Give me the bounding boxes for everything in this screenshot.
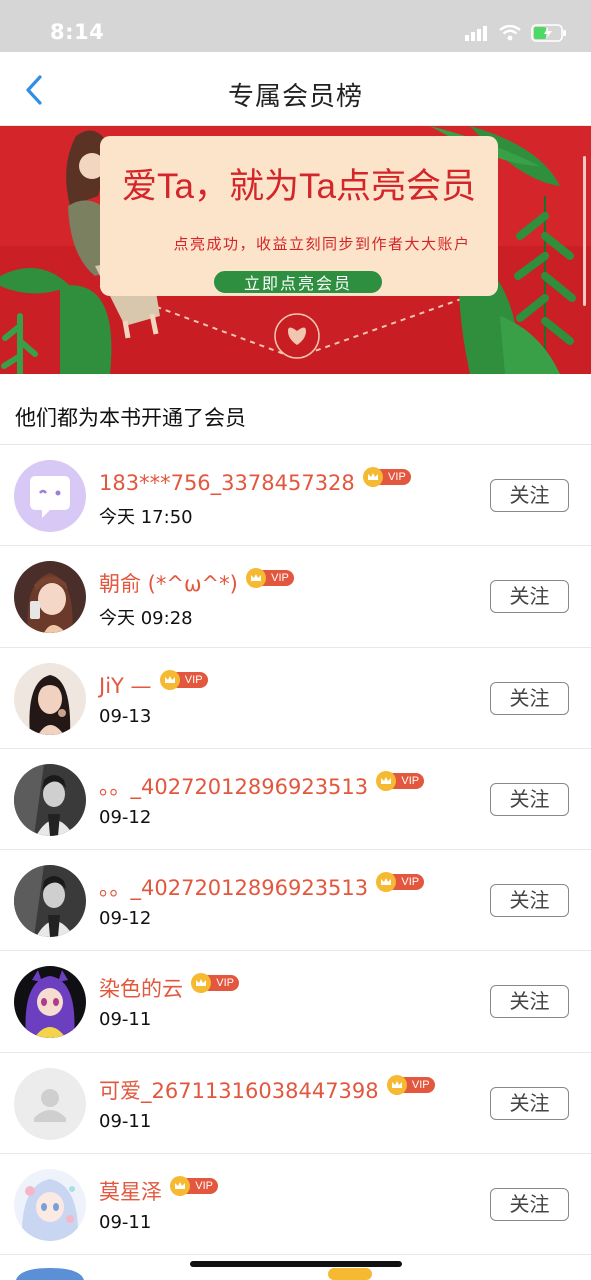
anime-pastel-avatar (14, 1169, 86, 1242)
vip-badge: VIP (386, 1074, 435, 1095)
illustrated-girl-avatar (14, 561, 86, 634)
status-icons (465, 24, 567, 42)
battery-icon (531, 24, 566, 42)
activate-membership-button[interactable]: 立即点亮会员 (212, 269, 384, 295)
status-bar: 8:14 (0, 0, 591, 52)
crown-icon (159, 669, 180, 690)
member-time: 09-12 (99, 806, 152, 828)
member-name[interactable]: 莫星泽 VIP (99, 1176, 218, 1206)
member-row[interactable]: 莫星泽 VIP 09-11 关注 (0, 1154, 591, 1256)
member-time: 09-11 (99, 1009, 152, 1031)
crown-icon (386, 1074, 407, 1095)
follow-button[interactable]: 关注 (490, 985, 569, 1019)
member-list: 183***756_3378457328 VIP 今天 17:50 关注 朝俞 (… (0, 445, 591, 1256)
chat-bubble-avatar-icon (14, 460, 86, 532)
partial-member-row (0, 1256, 591, 1280)
default-person-avatar-icon (14, 1067, 86, 1140)
follow-button[interactable]: 关注 (490, 479, 569, 512)
member-row[interactable]: 。。_40272012896923513 VIP 09-12 关注 (0, 850, 591, 952)
follow-button[interactable]: 关注 (490, 1188, 569, 1222)
member-name[interactable]: 。。_40272012896923513 VIP (99, 872, 425, 902)
vip-badge: VIP (376, 872, 425, 893)
crown-icon (362, 467, 383, 487)
member-row[interactable]: 183***756_3378457328 VIP 今天 17:50 关注 (0, 445, 591, 547)
member-time: 09-11 (99, 1212, 152, 1234)
member-name[interactable]: 183***756_3378457328 VIP (99, 467, 411, 495)
vip-badge: VIP (245, 568, 294, 589)
follow-button[interactable]: 关注 (490, 884, 569, 918)
status-time: 8:14 (50, 20, 105, 44)
member-name[interactable]: JiY — VIP (99, 669, 208, 698)
member-name[interactable]: 染色的云 VIP (99, 973, 239, 1003)
member-time: 今天 09:28 (99, 608, 193, 630)
follow-button[interactable]: 关注 (490, 782, 569, 816)
member-name[interactable]: 朝俞 (*^ω^*) VIP (99, 568, 294, 598)
avatar[interactable] (14, 966, 86, 1039)
nav-bar: 专属会员榜 (0, 52, 591, 126)
member-row[interactable]: 朝俞 (*^ω^*) VIP 今天 09:28 关注 (0, 546, 591, 648)
member-time: 今天 17:50 (99, 507, 193, 528)
avatar[interactable] (14, 460, 86, 532)
crown-icon (170, 1176, 190, 1197)
anime-purple-hair-avatar (14, 966, 86, 1039)
vip-badge: VIP (170, 1176, 218, 1197)
follow-button[interactable]: 关注 (490, 1086, 569, 1120)
avatar[interactable] (14, 763, 86, 836)
banner-headline: 爱Ta，就为Ta点亮会员 (122, 167, 476, 206)
vip-badge: VIP (159, 669, 208, 690)
banner-subtitle: 点亮成功，收益立刻同步到作者大大账户 (173, 235, 471, 253)
grayscale-photo-avatar (14, 865, 86, 938)
member-row[interactable]: 。。_40272012896923513 VIP 09-12 关注 (0, 749, 591, 851)
grayscale-photo-avatar (14, 763, 86, 836)
vip-badge: VIP (376, 770, 425, 791)
member-name[interactable]: 。。_40272012896923513 VIP (99, 770, 425, 801)
member-time: 09-12 (99, 908, 152, 930)
member-time: 09-13 (99, 705, 152, 727)
member-row[interactable]: JiY — VIP 09-13 关注 (0, 648, 591, 749)
promo-banner[interactable]: 爱Ta，就为Ta点亮会员 点亮成功，收益立刻同步到作者大大账户 立即点亮会员 (0, 126, 591, 374)
member-time: 09-11 (99, 1110, 152, 1132)
signal-icon (465, 26, 487, 41)
crown-icon (376, 770, 397, 791)
banner-card: 爱Ta，就为Ta点亮会员 点亮成功，收益立刻同步到作者大大账户 立即点亮会员 (100, 136, 498, 296)
avatar[interactable] (14, 561, 86, 634)
member-row[interactable]: 染色的云 VIP 09-11 关注 (0, 951, 591, 1053)
member-row[interactable]: 可爱_26711316038447398 VIP 09-11 关注 (0, 1053, 591, 1155)
avatar[interactable] (14, 1169, 86, 1242)
partial-avatar (16, 1268, 372, 1280)
follow-button[interactable]: 关注 (490, 580, 569, 614)
follow-button[interactable]: 关注 (490, 681, 569, 715)
avatar[interactable] (14, 865, 86, 938)
vip-badge: VIP (191, 973, 239, 994)
avatar[interactable] (14, 1067, 86, 1140)
home-indicator (190, 1261, 402, 1267)
vip-badge: VIP (362, 467, 411, 487)
wifi-icon (499, 25, 521, 41)
photo-girl-avatar (14, 662, 86, 735)
page-title: 专属会员榜 (227, 82, 363, 112)
member-name[interactable]: 可爱_26711316038447398 VIP (99, 1074, 435, 1105)
section-title: 他们都为本书开通了会员 (15, 406, 246, 430)
avatar[interactable] (14, 662, 86, 735)
